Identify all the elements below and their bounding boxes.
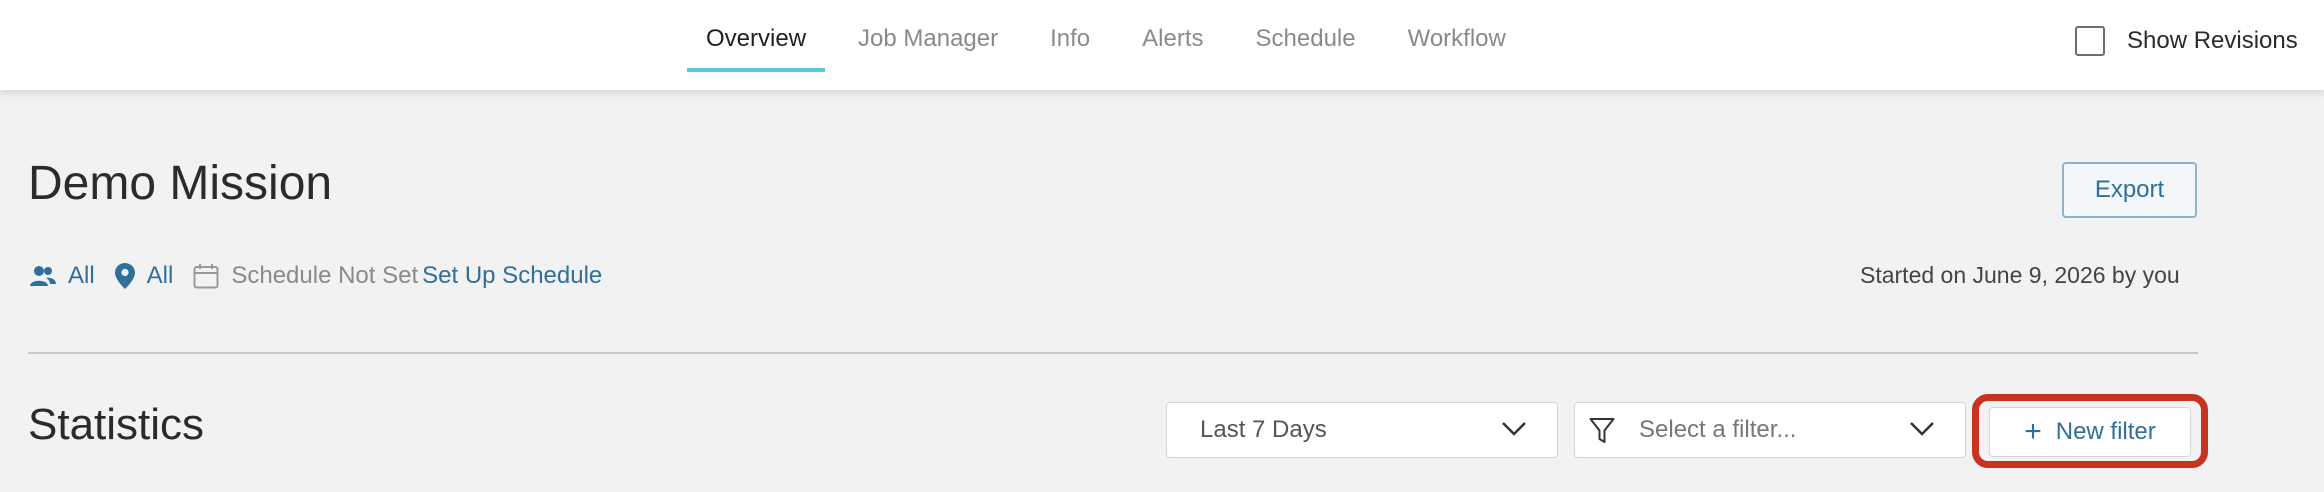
- show-revisions-toggle[interactable]: Show Revisions: [2075, 26, 2298, 56]
- tab-alerts[interactable]: Alerts: [1123, 0, 1222, 72]
- schedule-status: Schedule Not Set: [193, 262, 418, 290]
- show-revisions-checkbox[interactable]: [2075, 26, 2105, 56]
- users-filter[interactable]: All: [30, 262, 95, 290]
- tab-info[interactable]: Info: [1031, 0, 1109, 72]
- funnel-icon: [1589, 418, 1615, 443]
- users-icon: [30, 266, 56, 286]
- calendar-icon: [193, 264, 219, 289]
- locations-filter[interactable]: All: [114, 262, 174, 290]
- tab-bar: Overview Job Manager Info Alerts Schedul…: [687, 0, 1539, 90]
- tab-workflow[interactable]: Workflow: [1389, 0, 1525, 72]
- users-filter-label: All: [68, 262, 95, 289]
- date-range-select[interactable]: Last 7 Days: [1166, 402, 1558, 458]
- schedule-status-text: Schedule Not Set: [231, 262, 419, 289]
- mission-meta-row: All All Schedule Not Set Set Up Schedule: [30, 262, 602, 290]
- filter-select-placeholder: Select a filter...: [1639, 416, 1797, 443]
- new-filter-button[interactable]: + New filter: [1989, 407, 2191, 457]
- chevron-down-icon: [1910, 422, 1934, 436]
- new-filter-highlight: + New filter: [1972, 394, 2208, 468]
- tab-job-manager[interactable]: Job Manager: [839, 0, 1017, 72]
- section-divider: [28, 352, 2198, 354]
- date-range-value: Last 7 Days: [1200, 416, 1327, 443]
- chevron-down-icon: [1502, 422, 1526, 436]
- export-button[interactable]: Export: [2062, 162, 2197, 218]
- statistics-title: Statistics: [28, 400, 205, 449]
- top-navigation-bar: Overview Job Manager Info Alerts Schedul…: [0, 0, 2324, 90]
- page-title: Demo Mission: [28, 157, 333, 210]
- started-info: Started on June 9, 2026 by you: [1860, 262, 2180, 288]
- tab-schedule[interactable]: Schedule: [1237, 0, 1375, 72]
- plus-icon: +: [2024, 415, 2042, 448]
- show-revisions-label: Show Revisions: [2127, 27, 2298, 54]
- filter-select[interactable]: Select a filter...: [1574, 402, 1966, 458]
- location-pin-icon: [114, 263, 135, 289]
- set-up-schedule-link[interactable]: Set Up Schedule: [422, 262, 602, 290]
- tab-overview[interactable]: Overview: [687, 0, 826, 72]
- new-filter-label: New filter: [2055, 418, 2156, 445]
- locations-filter-label: All: [146, 262, 174, 289]
